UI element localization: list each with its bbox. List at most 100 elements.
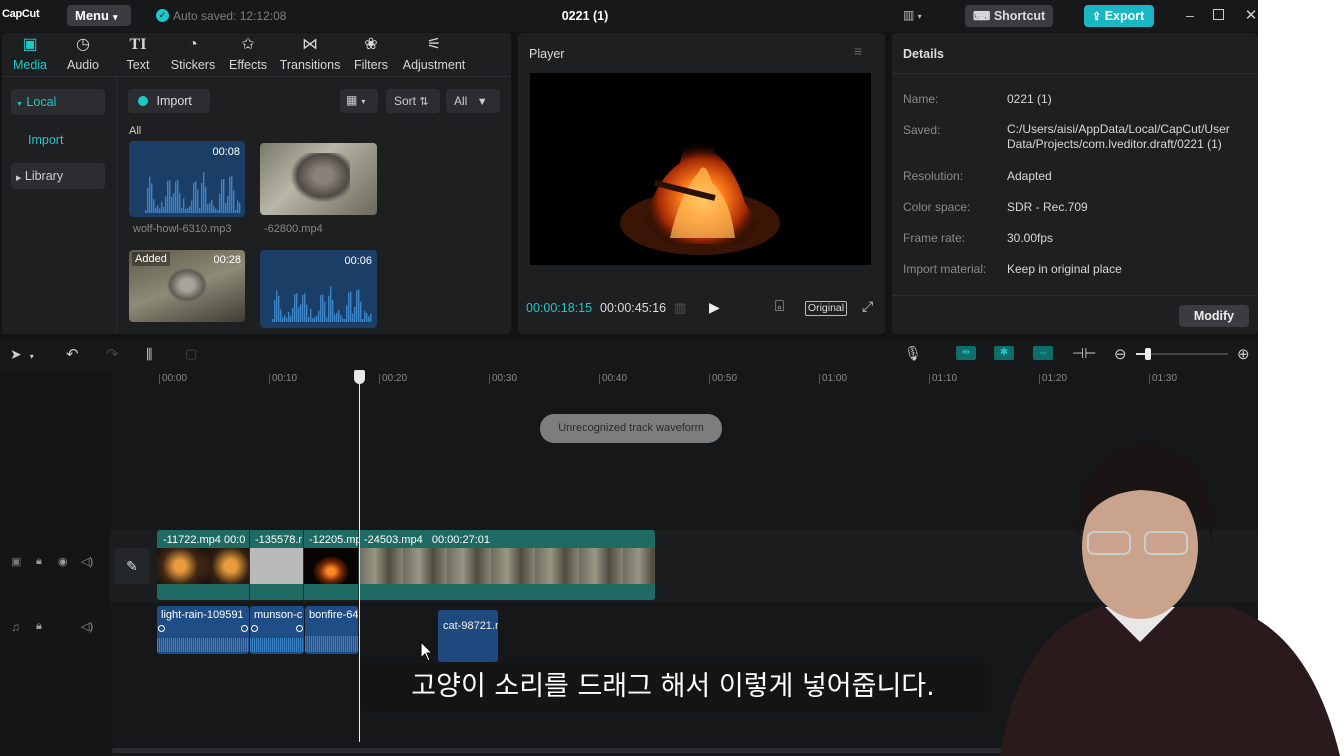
play-button[interactable]: ▶ [709,299,720,316]
text-icon: TI [129,36,147,53]
microphone-icon[interactable]: 🎙︎ [904,345,922,362]
tab-adjustment[interactable]: ⚟ Adjustment [403,36,466,76]
zoom-out-icon[interactable]: ⊖ [1114,345,1127,363]
sidebar-item-local[interactable]: ▼ Local [11,89,105,115]
export-button[interactable]: ⇪ Export [1084,5,1154,27]
zoom-in-icon[interactable]: ⊕ [1237,345,1250,363]
audio-waveform [250,638,304,652]
media-item-video-wolf[interactable] [260,143,377,215]
video-clip[interactable]: -24503.mp4 00:00:27:01 [359,530,655,600]
ruler-tick: 01:00 [819,374,847,384]
media-item-name: wolf-howl-6310.mp3 [133,223,232,235]
transitions-icon: ⋈ [302,36,318,53]
ruler-tick: 00:10 [269,374,297,384]
auto-snap-icon[interactable]: ✱ [994,346,1014,360]
maximize-icon[interactable] [1213,9,1224,20]
clip-frames [304,548,358,584]
speaker-icon[interactable]: ◁) [81,555,93,568]
speaker-icon[interactable]: ◁) [81,620,93,633]
minimize-icon[interactable]: – [1182,7,1198,23]
undo-icon[interactable]: ↶ [66,345,79,363]
audio-icon: ◷ [76,36,90,53]
close-icon[interactable]: ✕ [1243,6,1258,24]
fullscreen-icon[interactable]: ⤢ [862,298,873,315]
media-item-video-cat[interactable]: Added 00:28 [129,250,245,322]
fade-handle-icon[interactable] [251,625,258,632]
fade-handle-icon[interactable] [241,625,248,632]
screenshot-icon[interactable]: ⌻ [775,298,784,315]
tab-effects[interactable]: ✩ Effects [220,36,276,76]
waveform-toast: Unrecognized track waveform [540,414,722,443]
sidebar-divider [116,77,117,334]
select-tool-icon[interactable]: ➤ ▾ [10,346,34,363]
sort-button[interactable]: Sort ⇅ [386,89,440,113]
fade-handle-icon[interactable] [158,625,165,632]
caret-down-icon: ▼ [16,101,23,108]
detail-value-import: Keep in original place [1007,262,1122,276]
audio-clip[interactable]: light-rain-109591 [157,606,249,654]
media-item-audio-wolf[interactable]: 00:08 [129,141,245,217]
split-icon[interactable]: ⫼ [146,346,152,363]
frames-icon[interactable]: ▥ [674,300,694,316]
ruler-tick: 01:10 [929,374,957,384]
media-item-audio-2[interactable]: 00:06 [260,250,377,328]
video-clip[interactable]: -12205.mp [304,530,359,600]
player-menu-icon[interactable]: ≡ [854,43,862,59]
video-clip[interactable]: -11722.mp4 00:0 [157,530,250,600]
lock-icon[interactable]: 🔒︎ [36,620,42,633]
ruler-tick: 00:00 [159,374,187,384]
wolf-image [290,153,350,203]
audio-clip[interactable]: bonfire-64 [305,606,358,654]
media-icon: ▣ [22,36,38,53]
lock-icon[interactable]: 🔒︎ [36,555,42,568]
sidebar-item-import[interactable]: Import [28,133,63,147]
clip-label: -135578.r [255,534,303,546]
clip-frames [157,548,249,584]
sidebar-item-library[interactable]: ▶ Library [11,163,105,189]
fade-handle-icon[interactable] [296,625,303,632]
presenter-image [1000,444,1340,756]
detail-label: Resolution: [903,169,964,183]
audio-waveform [157,638,249,652]
menu-button[interactable]: Menu ▾ [67,5,131,26]
layout-icon[interactable]: ▥ ▾ [903,8,933,24]
main-track-link-icon[interactable]: ⇹ [956,346,976,360]
ratio-button[interactable]: Original [805,301,847,316]
tab-transitions[interactable]: ⋈ Transitions [280,36,341,76]
player-title: Player [529,47,565,61]
chevron-down-icon: ▾ [112,12,118,22]
cat-image [167,268,207,302]
audio-track-icon[interactable]: ♫ [11,620,20,634]
player-panel: Player ≡ 00:00:18:15 00:00:45:16 ▥ ▶ ⌻ O… [518,33,885,334]
redo-icon[interactable]: ↷ [106,345,119,363]
caret-right-icon: ▶ [16,175,22,182]
ruler-tick: 01:20 [1039,374,1067,384]
video-clip[interactable]: -135578.r [250,530,304,600]
preview-axis-icon[interactable]: ⊣⊢ [1072,345,1096,362]
sort-label: Sort [394,94,417,108]
sidebar: ▼ Local Import ▶ Library [2,77,116,334]
detail-value-framerate: 30.00fps [1007,231,1054,245]
detail-value-name: 0221 (1) [1007,92,1052,106]
playhead-handle[interactable] [354,370,365,384]
clip-label: -12205.mp [309,534,359,546]
modify-button[interactable]: Modify [1179,305,1249,327]
cover-icon[interactable]: ▣ [11,555,21,568]
view-toggle-button[interactable]: ▦ ▾ [340,89,378,113]
eye-icon[interactable]: ◉ [58,555,68,568]
filter-button[interactable]: All ▼ [446,89,500,113]
shortcut-button[interactable]: ⌨ Shortcut [965,5,1053,27]
media-section-label: All [129,125,142,137]
autosave-check-icon: ✓ [156,9,169,22]
ruler-tick: 00:30 [489,374,517,384]
timeline-toolbar: ➤ ▾ ↶ ↷ ⫼ ▢ 🎙︎ ⇹ ✱ ⇔ ⊣⊢ ⊖ ⊕ [0,340,1258,370]
import-button[interactable]: Import [128,89,210,113]
audio-clip[interactable]: munson-c [250,606,304,654]
linkage-icon[interactable]: ⇔ [1033,346,1053,360]
audio-clip-dragging[interactable]: cat-98721.r [438,610,498,662]
delete-icon[interactable]: ▢ [185,346,197,362]
tab-filters[interactable]: ❀ Filters [343,36,399,76]
zoom-slider[interactable] [1136,348,1228,360]
zoom-slider-handle[interactable] [1145,348,1151,360]
edit-cover-button[interactable]: ✎ [114,548,150,584]
